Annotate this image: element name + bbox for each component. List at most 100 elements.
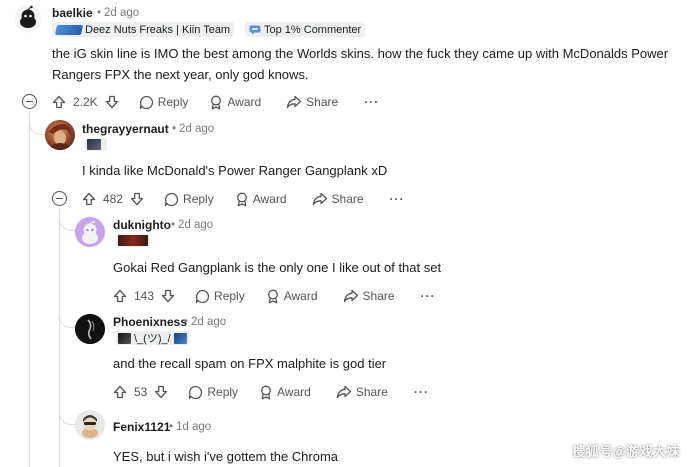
reply-button[interactable]: Reply [188,385,238,400]
comment-timestamp[interactable]: • 2d ago [168,219,213,231]
comment-body: YES, but i wish i've gottem the Chroma [113,449,339,464]
share-label: Share [331,192,364,206]
collapse-button[interactable] [22,94,37,109]
comment-actions: 482 Reply Award Share ··· [82,189,405,209]
award-button[interactable]: Award [259,385,311,400]
arrow-down-icon [161,289,175,303]
comment-body-line: the iG skin line is IMO the best among t… [52,46,669,61]
user-flair [116,234,150,247]
arrow-up-icon [82,192,96,206]
award-button[interactable]: Award [235,192,287,207]
comment-timestamp[interactable]: • 2d ago [169,123,214,135]
arrow-up-icon [52,95,66,109]
reply-button[interactable]: Reply [195,289,245,304]
speech-bubble-icon [164,192,179,206]
collapse-button[interactable] [52,191,67,206]
avatar[interactable] [75,410,105,440]
arrow-up-icon [113,289,127,303]
thread-elbow [59,300,75,328]
comment-body: Gokai Red Gangplank is the only one I li… [113,260,442,275]
top-commenter-badge: Top 1% Commenter [245,22,366,37]
more-options-button[interactable]: ··· [364,95,379,109]
user-flair [85,138,107,151]
comment-timestamp[interactable]: • 1d ago [166,421,211,433]
watermark: 搜狐号@游戏大妹 [572,444,680,459]
award-label: Award [252,192,287,206]
thread-line-level2 [59,207,60,467]
reply-button[interactable]: Reply [164,192,214,207]
avatar[interactable] [45,120,75,150]
award-label: Award [283,289,318,303]
reply-label: Reply [207,385,239,399]
upvote-button[interactable] [113,289,127,303]
upvote-button[interactable] [82,192,96,206]
share-label: Share [355,385,388,399]
comment-author[interactable]: baelkie [52,6,93,20]
comment-author[interactable]: thegrayyernaut [82,122,169,136]
comment-author[interactable]: duknighto [113,218,171,232]
reply-button[interactable]: Reply [139,95,188,110]
thread-elbow [59,397,75,425]
flair-emote-icon [87,139,101,150]
comment-actions: 53 Reply Award Share ··· [113,382,429,402]
award-button[interactable]: Award [266,289,318,304]
speech-bubble-icon [139,95,153,109]
team-logo-icon [54,24,84,35]
comment-author[interactable]: Fenix1121 [113,420,170,434]
comment-author[interactable]: Phoenixness [113,315,187,329]
award-ribbon-icon [261,385,271,399]
share-button[interactable]: Share [286,95,338,109]
avatar[interactable] [75,217,105,247]
arrow-up-icon [113,385,127,399]
more-options-button[interactable]: ··· [421,289,436,303]
more-options-button[interactable]: ··· [414,385,429,399]
vote-score: 143 [134,289,155,303]
share-arrow-icon [287,95,302,109]
flair-emote-icon [173,332,187,344]
share-arrow-icon [312,192,327,206]
award-ribbon-icon [236,192,247,206]
thread-elbow [59,207,75,231]
thread-elbow [29,111,45,135]
snoo-avatar-icon [75,217,105,247]
vote-score: 53 [134,385,148,399]
snoo-avatar-icon [75,410,105,440]
comment-body: and the recall spam on FPX malphite is g… [113,356,387,371]
comment-actions: 143 Reply Award Share ··· [113,286,436,306]
share-button[interactable]: Share [336,385,388,399]
comment-timestamp[interactable]: • 2d ago [181,316,226,328]
thread-line-root [29,111,30,467]
award-label: Award [277,385,311,399]
award-button[interactable]: Award [209,95,261,110]
user-flair: Deez Nuts Freaks | Kiin Team [52,22,235,37]
share-label: Share [306,95,339,109]
arrow-down-icon [130,192,144,206]
comment-timestamp[interactable]: • 2d ago [94,7,139,19]
upvote-button[interactable] [52,95,66,109]
reply-label: Reply [183,192,214,206]
award-label: Award [227,95,262,109]
share-label: Share [362,289,395,303]
share-button[interactable]: Share [343,289,395,303]
snoo-avatar-icon [14,5,42,33]
arrow-down-icon [155,385,168,399]
downvote-button[interactable] [154,385,168,399]
user-flair: \_(ツ)_/ [116,331,189,345]
share-arrow-icon [336,385,351,399]
avatar[interactable] [14,5,42,33]
downvote-button[interactable] [105,95,119,109]
avatar[interactable] [75,314,105,344]
share-button[interactable]: Share [312,192,364,206]
dark-portrait-icon [75,314,105,344]
vote-score: 482 [103,192,124,206]
downvote-button[interactable] [130,192,144,206]
speech-bubble-icon [189,385,203,399]
flair-emote-icon [118,235,148,246]
downvote-button[interactable] [161,289,175,303]
upvote-button[interactable] [113,385,127,399]
reply-label: Reply [214,289,245,303]
more-options-button[interactable]: ··· [390,192,405,206]
comment-body-line: Rangers FPX the next year, only god know… [52,67,309,82]
share-arrow-icon [343,289,358,303]
vote-score: 2.2K [73,95,98,109]
